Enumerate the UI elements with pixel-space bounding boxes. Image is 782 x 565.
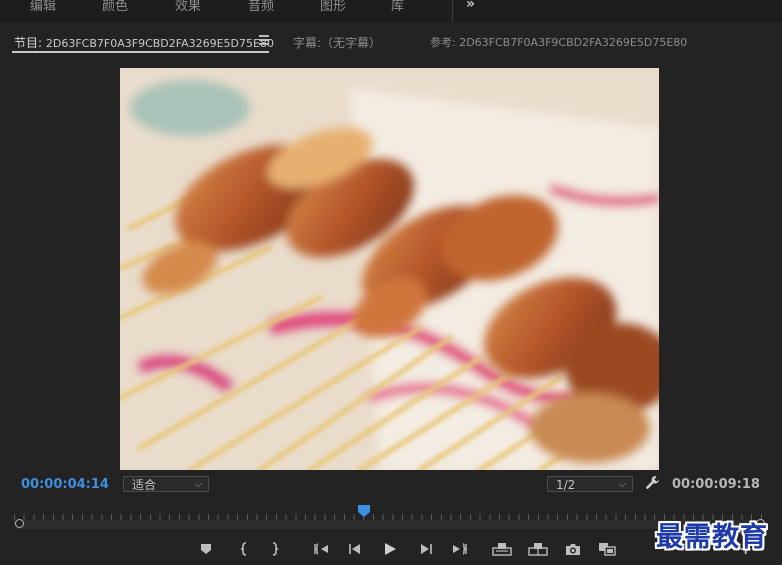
more-workspaces-icon[interactable]: » (466, 0, 475, 12)
extract-button[interactable] (527, 538, 549, 560)
chevron-down-icon: ⌵ (618, 479, 626, 490)
workspace-tab-edit[interactable]: 编辑 (30, 0, 56, 14)
lift-button[interactable] (491, 538, 513, 560)
program-monitor-viewer[interactable] (120, 68, 659, 470)
extract-icon (528, 543, 548, 556)
video-frame-image (120, 68, 659, 470)
step-back-button[interactable] (344, 538, 366, 560)
workspace-tab-color[interactable]: 颜色 (102, 0, 128, 14)
playback-resolution-select[interactable]: 1/2 ⌵ (547, 476, 633, 492)
watermark-logo: 最需教育 (656, 522, 768, 553)
marker-icon (201, 544, 211, 554)
zoom-handle-left[interactable] (15, 519, 24, 528)
comparison-view-button[interactable] (596, 538, 618, 560)
play-button[interactable] (379, 538, 401, 560)
playhead-icon[interactable] (357, 505, 370, 517)
mark-in-button[interactable] (233, 538, 255, 560)
go-to-in-icon (314, 543, 328, 555)
lift-icon (492, 543, 512, 556)
workspace-bar: 编辑 颜色 效果 音频 图形 库 » (0, 0, 782, 22)
play-icon (385, 543, 396, 555)
active-tab-underline (12, 51, 269, 53)
go-to-out-button[interactable] (449, 538, 471, 560)
program-sequence-name: 2D63FCB7F0A3F9CBD2FA3269E5D75E80 (45, 37, 274, 50)
zoom-scrollbar[interactable] (14, 520, 766, 529)
mark-out-button[interactable] (264, 538, 286, 560)
mark-out-icon (272, 542, 279, 556)
compare-icon (599, 543, 616, 556)
workspace-tab-graphics[interactable]: 图形 (320, 0, 346, 14)
go-to-out-icon (453, 543, 467, 555)
camera-icon (566, 543, 580, 555)
mark-in-icon (240, 542, 247, 556)
zoom-level-value: 适合 (132, 478, 157, 492)
workspace-tab-libraries[interactable]: 库 (391, 0, 404, 14)
duration-timecode: 00:00:09:18 (672, 477, 760, 492)
step-forward-button[interactable] (415, 538, 437, 560)
go-to-in-button[interactable] (310, 538, 332, 560)
add-marker-button[interactable] (195, 538, 217, 560)
wrench-icon[interactable] (645, 475, 661, 491)
program-prefix: 节目: (14, 36, 43, 50)
tab-program-monitor[interactable]: 节目: 2D63FCB7F0A3F9CBD2FA3269E5D75E80 (14, 34, 274, 51)
chevron-down-icon: ⌵ (194, 479, 202, 490)
step-back-icon (349, 544, 360, 554)
menu-icon[interactable] (259, 35, 269, 47)
zoom-level-select[interactable]: 适合 ⌵ (123, 476, 209, 492)
timeline-ruler[interactable] (14, 506, 766, 530)
tab-captions[interactable]: 字幕:（无字幕） (293, 34, 381, 51)
export-frame-button[interactable] (562, 538, 584, 560)
workspace-tab-effects[interactable]: 效果 (175, 0, 201, 14)
tab-reference-monitor[interactable]: 参考: 2D63FCB7F0A3F9CBD2FA3269E5D75E80 (430, 34, 687, 50)
step-forward-icon (421, 544, 432, 554)
resolution-value: 1/2 (556, 478, 576, 492)
current-timecode[interactable]: 00:00:04:14 (21, 477, 109, 492)
workspace-tab-audio[interactable]: 音频 (248, 0, 274, 14)
workspace-separator (452, 0, 453, 22)
